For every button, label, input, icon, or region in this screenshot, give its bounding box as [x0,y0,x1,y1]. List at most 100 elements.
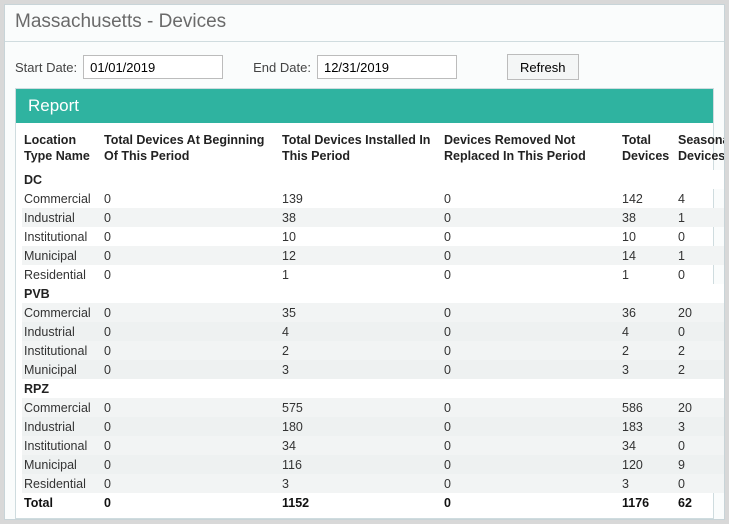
group-label: PVB [22,284,725,303]
col-location-type: Location Type Name [22,129,102,170]
row-value: 3 [620,360,676,379]
table-row: Industrial0380381 [22,208,725,227]
total-label: Total [22,493,102,512]
row-value: 0 [442,360,620,379]
row-value: 2 [620,341,676,360]
date-controls: Start Date: End Date: Refresh [5,42,724,88]
row-value: 20 [676,303,725,322]
row-label: Commercial [22,398,102,417]
row-value: 9 [676,455,725,474]
row-value: 0 [102,189,280,208]
row-value: 0 [102,227,280,246]
table-row: Municipal011601209 [22,455,725,474]
table-row: Commercial03503620 [22,303,725,322]
row-label: Industrial [22,417,102,436]
report-table-wrap: Location Type Name Total Devices At Begi… [16,123,713,518]
report-section: Report Location Type Name Total Devices … [15,88,714,519]
row-label: Institutional [22,436,102,455]
row-value: 3 [280,360,442,379]
group-row: RPZ [22,379,725,398]
row-value: 4 [620,322,676,341]
total-row: Total011520117662 [22,493,725,512]
row-value: 1 [280,265,442,284]
row-value: 34 [620,436,676,455]
group-label: DC [22,170,725,189]
row-value: 586 [620,398,676,417]
table-row: Industrial018001833 [22,417,725,436]
end-date-input[interactable] [317,55,457,79]
row-value: 12 [280,246,442,265]
row-value: 0 [102,322,280,341]
row-value: 0 [102,360,280,379]
row-value: 0 [102,455,280,474]
row-value: 0 [442,398,620,417]
total-value: 62 [676,493,725,512]
table-row: Commercial0575058620 [22,398,725,417]
row-label: Commercial [22,189,102,208]
page-title: Massachusetts - Devices [5,5,724,42]
table-header-row: Location Type Name Total Devices At Begi… [22,129,725,170]
row-label: Industrial [22,208,102,227]
row-value: 10 [620,227,676,246]
row-value: 36 [620,303,676,322]
row-label: Municipal [22,455,102,474]
row-label: Residential [22,474,102,493]
row-value: 0 [102,398,280,417]
row-value: 575 [280,398,442,417]
col-total-devices: Total Devices [620,129,676,170]
row-label: Residential [22,265,102,284]
group-row: DC [22,170,725,189]
col-seasonal: Seasonal Devices [676,129,725,170]
row-value: 0 [676,436,725,455]
row-value: 0 [442,227,620,246]
row-value: 0 [102,246,280,265]
col-removed: Devices Removed Not Replaced In This Per… [442,129,620,170]
row-value: 38 [620,208,676,227]
row-value: 4 [280,322,442,341]
row-value: 0 [442,455,620,474]
row-value: 0 [102,208,280,227]
row-value: 139 [280,189,442,208]
row-value: 0 [676,474,725,493]
row-value: 0 [676,227,725,246]
row-label: Institutional [22,227,102,246]
row-value: 0 [442,417,620,436]
total-value: 1152 [280,493,442,512]
row-value: 2 [676,360,725,379]
group-label: RPZ [22,379,725,398]
table-row: Institutional0100100 [22,227,725,246]
col-installed: Total Devices Installed In This Period [280,129,442,170]
total-value: 0 [442,493,620,512]
table-row: Institutional02022 [22,341,725,360]
start-date-input[interactable] [83,55,223,79]
row-value: 0 [102,303,280,322]
row-value: 0 [102,341,280,360]
end-date-label: End Date: [253,60,311,75]
refresh-button[interactable]: Refresh [507,54,579,80]
row-label: Industrial [22,322,102,341]
row-value: 183 [620,417,676,436]
row-value: 1 [620,265,676,284]
row-value: 14 [620,246,676,265]
start-date-label: Start Date: [15,60,77,75]
table-row: Municipal03032 [22,360,725,379]
table-row: Institutional0340340 [22,436,725,455]
row-value: 20 [676,398,725,417]
row-value: 116 [280,455,442,474]
row-value: 180 [280,417,442,436]
row-value: 2 [676,341,725,360]
row-value: 0 [442,189,620,208]
row-value: 3 [280,474,442,493]
row-value: 35 [280,303,442,322]
row-value: 0 [442,265,620,284]
row-value: 120 [620,455,676,474]
row-value: 2 [280,341,442,360]
report-header: Report [16,89,713,123]
total-value: 0 [102,493,280,512]
table-row: Commercial013901424 [22,189,725,208]
table-row: Residential03030 [22,474,725,493]
table-row: Residential01010 [22,265,725,284]
row-value: 0 [442,303,620,322]
row-value: 3 [676,417,725,436]
row-value: 34 [280,436,442,455]
